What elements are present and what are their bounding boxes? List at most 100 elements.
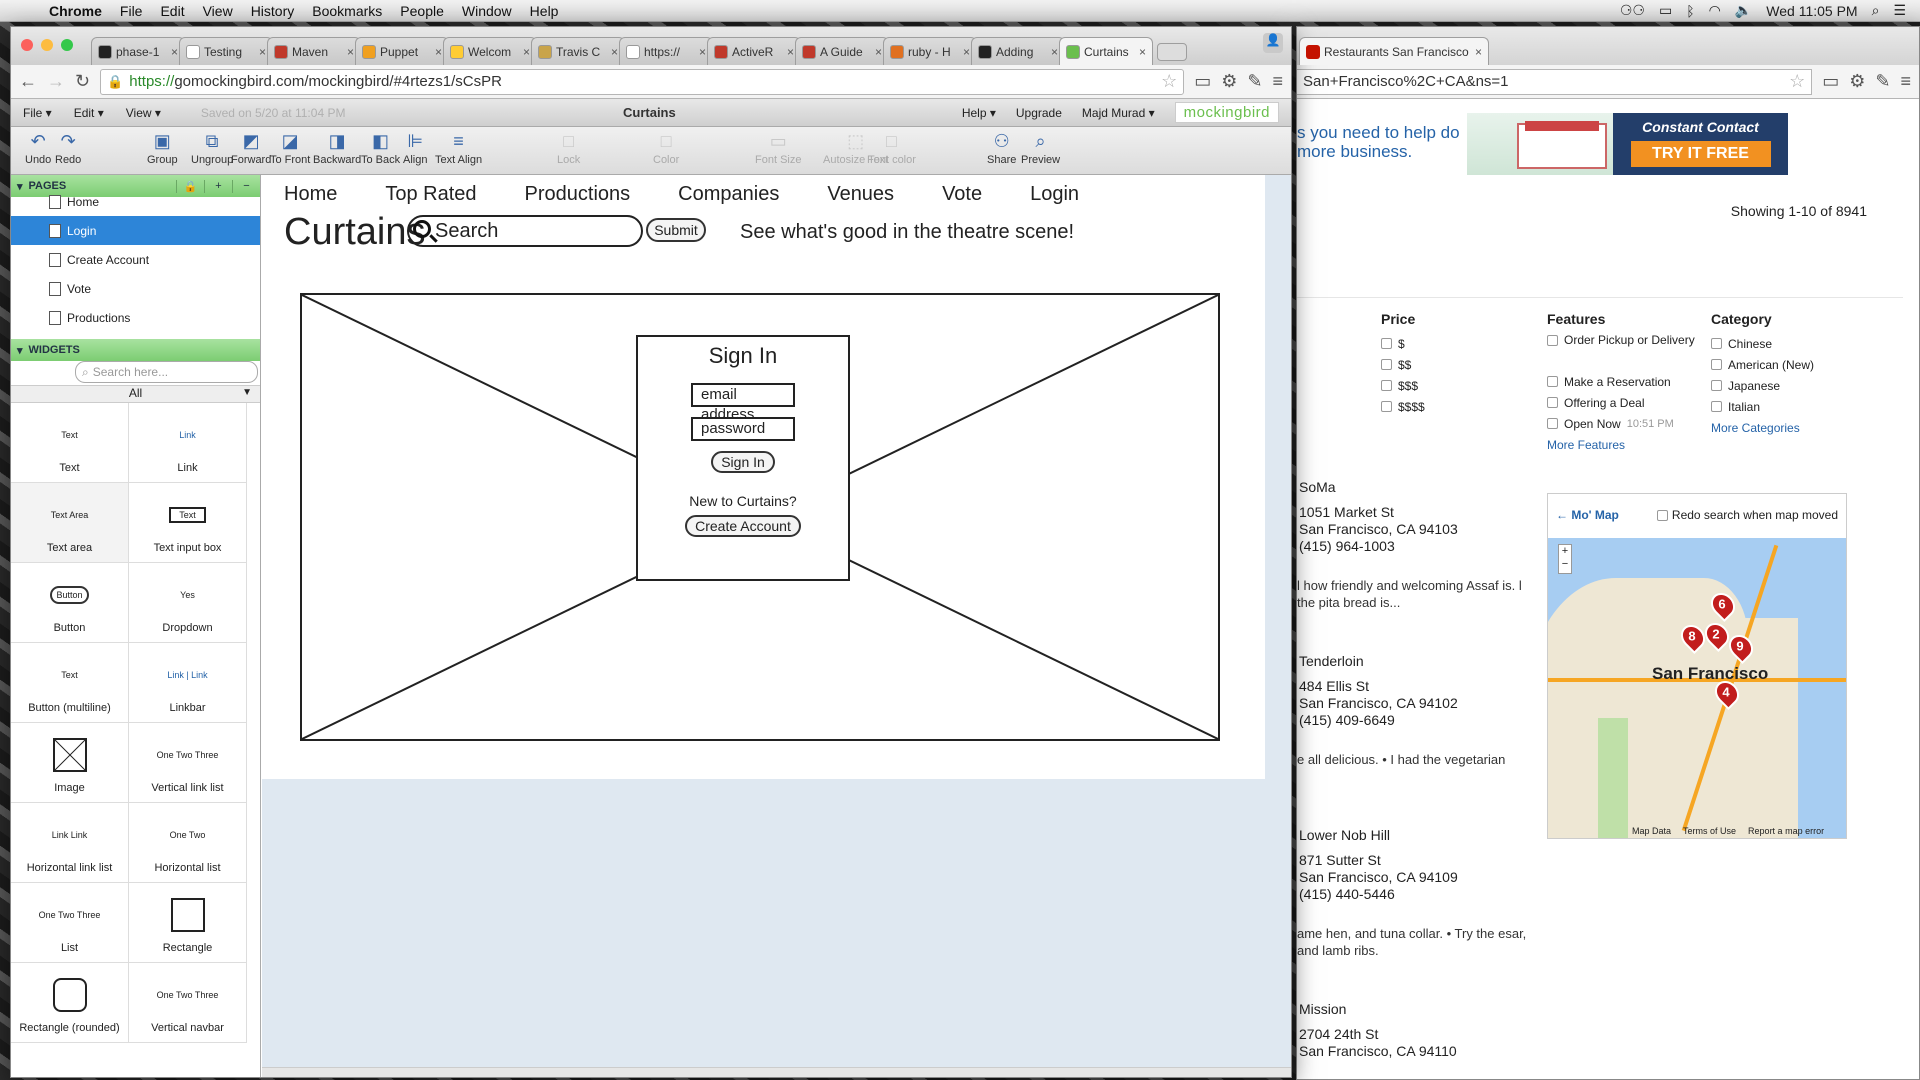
mock-nav-item[interactable]: Top Rated — [385, 183, 476, 206]
menu-bookmarks[interactable]: Bookmarks — [303, 3, 391, 19]
mock-nav-item[interactable]: Home — [284, 183, 337, 206]
cast-icon[interactable]: ▭ — [1822, 71, 1839, 92]
widget-item[interactable]: Rectangle (rounded) — [11, 963, 129, 1043]
business-result[interactable]: SoMa 1051 Market St San Francisco, CA 94… — [1297, 479, 1537, 611]
widget-search-input[interactable]: ⌕ Search here... — [75, 361, 258, 383]
tab-close-icon[interactable]: × — [523, 45, 530, 59]
tab-close-icon[interactable]: × — [171, 45, 178, 59]
address-bar[interactable]: 🔒 https://gomockingbird.com/mockingbird/… — [100, 68, 1185, 95]
tab-close-icon[interactable]: × — [1475, 45, 1482, 59]
widget-item[interactable]: One Two Three List — [11, 883, 129, 963]
spotlight-icon[interactable]: ⌕ — [1872, 2, 1880, 19]
widget-filter-select[interactable]: All ▼ — [11, 385, 260, 403]
cast-icon[interactable]: ▭ — [1194, 71, 1211, 92]
toolbar-group-button[interactable]: ▣ Group — [147, 131, 178, 167]
mock-nav-item[interactable]: Companies — [678, 183, 779, 206]
settings-gear-icon[interactable]: ⚙ — [1221, 71, 1237, 92]
feature-option[interactable]: Make a Reservation — [1547, 371, 1697, 392]
browser-tab[interactable]: Travis C × — [531, 37, 625, 65]
close-window-icon[interactable] — [21, 39, 33, 51]
page-item[interactable]: Productions — [11, 303, 260, 332]
widget-item[interactable]: Text Button (multiline) — [11, 643, 129, 723]
menu-file[interactable]: File — [111, 3, 152, 19]
lock-page-icon[interactable]: 🔒 — [176, 179, 204, 193]
bookmark-star-icon[interactable]: ☆ — [1789, 71, 1805, 92]
bluetooth-icon[interactable]: ᛒ — [1686, 3, 1694, 19]
toolbar-to-back-button[interactable]: ◧ To Back — [361, 131, 400, 167]
category-option[interactable]: Italian — [1711, 396, 1814, 417]
toolbar-preview-button[interactable]: ⌕ Preview — [1021, 131, 1060, 167]
widget-item[interactable]: One Two Three Vertical navbar — [129, 963, 247, 1043]
browser-tab[interactable]: Welcom × — [443, 37, 537, 65]
mock-tagline[interactable]: See what's good in the theatre scene! — [740, 221, 1074, 244]
category-option[interactable]: American (New) — [1711, 354, 1814, 375]
widget-item[interactable]: One Two Three Vertical link list — [129, 723, 247, 803]
airplay-icon[interactable]: ▭ — [1659, 2, 1672, 19]
mock-nav-item[interactable]: Venues — [827, 183, 894, 206]
menu-window[interactable]: Window — [453, 3, 521, 19]
business-result[interactable]: Mission 2704 24th St San Francisco, CA 9… — [1297, 1001, 1537, 1060]
price-option[interactable]: $ — [1381, 333, 1425, 354]
feature-option[interactable]: Offering a Deal — [1547, 392, 1697, 413]
forward-icon[interactable]: → — [47, 71, 65, 92]
widget-item[interactable]: Rectangle — [129, 883, 247, 963]
tab-yelp[interactable]: Restaurants San Francisco × — [1299, 37, 1489, 65]
browser-tab[interactable]: ActiveR × — [707, 37, 801, 65]
tab-close-icon[interactable]: × — [1051, 45, 1058, 59]
user-menu[interactable]: Majd Murad ▾ — [1082, 106, 1155, 120]
toolbar-text-align-button[interactable]: ≡ Text Align — [435, 131, 482, 167]
widget-item[interactable]: Text Area Text area — [11, 483, 129, 563]
wifi-icon[interactable]: ◠ — [1709, 2, 1721, 19]
business-result[interactable]: Lower Nob Hill 871 Sutter St San Francis… — [1297, 827, 1537, 959]
mock-search-box[interactable]: Search — [407, 215, 643, 247]
more-categories-link[interactable]: More Categories — [1711, 421, 1800, 435]
widget-item[interactable]: Link Link — [129, 403, 247, 483]
feature-option[interactable]: Open Now 10:51 PM — [1547, 413, 1697, 434]
mock-email-field[interactable]: email address — [691, 383, 795, 423]
toolbar-to-front-button[interactable]: ◪ To Front — [270, 131, 310, 167]
browser-tab[interactable]: A Guide × — [795, 37, 889, 65]
tab-close-icon[interactable]: × — [875, 45, 882, 59]
browser-tab[interactable]: Puppet × — [355, 37, 449, 65]
tab-close-icon[interactable]: × — [259, 45, 266, 59]
back-icon[interactable]: ← — [19, 71, 37, 92]
browser-tab[interactable]: phase-1 × — [91, 37, 185, 65]
app-menu-help[interactable]: Help ▾ — [962, 106, 996, 120]
mock-signin-button[interactable]: Sign In — [711, 451, 775, 473]
toolbar-share-button[interactable]: ⚇ Share — [987, 131, 1016, 167]
toolbar-backward-button[interactable]: ◨ Backward — [313, 131, 361, 167]
map-zoom-control[interactable]: + − — [1558, 544, 1572, 574]
toolbar-undo-button[interactable]: ↶ Undo — [25, 131, 51, 167]
remove-page-icon[interactable]: − — [232, 179, 260, 193]
category-option[interactable]: Chinese — [1711, 333, 1814, 354]
more-features-link[interactable]: More Features — [1547, 438, 1625, 452]
volume-icon[interactable]: 🔈 — [1735, 2, 1752, 19]
new-tab-button[interactable] — [1157, 43, 1187, 61]
page-item[interactable]: Vote — [11, 274, 260, 303]
browser-tab[interactable]: Adding × — [971, 37, 1065, 65]
clock[interactable]: Wed 11:05 PM — [1766, 3, 1857, 19]
mock-password-field[interactable]: password — [691, 417, 795, 441]
tab-close-icon[interactable]: × — [787, 45, 794, 59]
business-result[interactable]: Tenderloin 484 Ellis St San Francisco, C… — [1297, 653, 1537, 768]
map[interactable]: + − 6 8 2 9 4 San Francisco Map Data Terms… — [1548, 538, 1846, 838]
widget-item[interactable]: Button Button — [11, 563, 129, 643]
ad-banner[interactable]: s you need to help do more business. Con… — [1297, 113, 1857, 175]
browser-tab[interactable]: Maven × — [267, 37, 361, 65]
widget-item[interactable]: Text Text input box — [129, 483, 247, 563]
upgrade-link[interactable]: Upgrade — [1016, 106, 1062, 120]
menu-view[interactable]: View — [194, 3, 242, 19]
price-option[interactable]: $$$ — [1381, 375, 1425, 396]
feature-option[interactable]: Order Pickup or Delivery — [1547, 333, 1697, 371]
glasses-icon[interactable]: ⚆⚆ — [1620, 2, 1645, 19]
browser-tab[interactable]: Testing × — [179, 37, 273, 65]
eyedropper-icon[interactable]: ✎ — [1247, 71, 1262, 92]
bookmark-star-icon[interactable]: ☆ — [1161, 71, 1177, 92]
app-menu-edit[interactable]: Edit ▾ — [74, 106, 104, 120]
mock-nav-item[interactable]: Login — [1030, 183, 1079, 206]
mock-title[interactable]: Curtains — [284, 211, 426, 254]
mock-nav[interactable]: Home Top Rated Productions Companies Venues V… — [284, 183, 1127, 206]
menu-help[interactable]: Help — [521, 3, 568, 19]
tab-close-icon[interactable]: × — [611, 45, 618, 59]
menu-people[interactable]: People — [391, 3, 453, 19]
